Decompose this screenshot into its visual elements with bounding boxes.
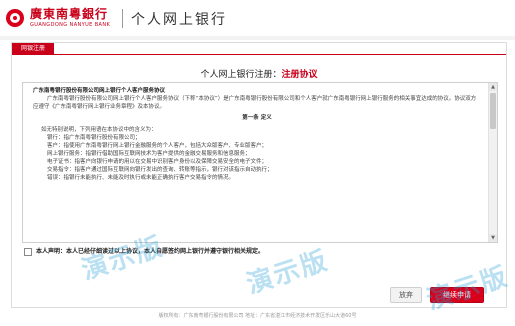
definition-item: 电子证书：指客户向银行申请的用以在交易中识别客户身份以及保障交易安全的电子文件； <box>47 159 268 165</box>
agreement-heading: 广东南粤银行股份有限公司网上银行个人客户服务协议 <box>33 88 166 94</box>
bank-name-en: GUANGDONG NANYUE BANK <box>30 22 111 28</box>
definition-item: 客户：指使用广东南粤银行网上银行金融服务的个人客户，包括大众版客户、专业版客户； <box>47 143 268 149</box>
definitions-intro: 如无特别说明，下列用语在本协议中的含义为： <box>41 127 157 133</box>
declaration-row: 本人声明：本人已经仔细读过以上协议，本人自愿签约网上银行并遵守银行相关规定。 <box>24 246 494 256</box>
page-footer: 版权所有：广东南粤银行股份有限公司 地址：广东省湛江市经济技术开发区乐山大道60… <box>158 313 357 319</box>
header-title: 个人网上银行 <box>131 12 227 28</box>
agreement-intro: 广东南粤银行股份有限公司网上银行个人客户服务协议（下称“本协议”）是广东南粤银行… <box>33 96 477 110</box>
bank-logo-icon <box>6 9 24 27</box>
agreement-text: 广东南粤银行股份有限公司网上银行个人客户服务协议 广东南粤银行股份有限公司网上银… <box>33 87 481 182</box>
bank-name-cn: 廣東南粵銀行 <box>30 7 109 21</box>
registration-card: 网银注册 个人网上银行注册：注册协议 广东南粤银行股份有限公司网上银行个人客户服… <box>11 42 507 308</box>
title-highlight: 注册协议 <box>281 70 318 80</box>
definition-item: 银行：指广东南粤银行股份有限公司； <box>47 135 141 141</box>
tab-registration[interactable]: 网银注册 <box>12 43 54 54</box>
tab-underline <box>12 54 506 55</box>
header-divider <box>122 9 123 28</box>
agreement-scroll-box[interactable]: 广东南粤银行股份有限公司网上银行个人客户服务协议 广东南粤银行股份有限公司网上银… <box>22 82 498 243</box>
scroll-down-arrow-icon[interactable]: ▼ <box>489 234 497 242</box>
abandon-button[interactable]: 放弃 <box>390 287 422 303</box>
definition-item: 错误：指银行未能执行、未能及时执行或未能正确执行客户交易指令的情况。 <box>47 175 235 181</box>
title-prefix: 个人网上银行注册： <box>200 70 282 80</box>
agree-checkbox[interactable] <box>24 247 32 256</box>
definition-item: 交易指令：指客户通过国际互联网向银行发出的查询、转账等指示，银行对该指示自动执行… <box>47 167 273 173</box>
header-stripe <box>0 36 515 40</box>
continue-apply-button[interactable]: 继续申请 <box>430 287 484 303</box>
scroll-up-arrow-icon[interactable]: ▲ <box>489 83 497 91</box>
scrollbar-thumb[interactable] <box>490 93 496 129</box>
declaration-text: 本人已经仔细读过以上协议，本人自愿签约网上银行并遵守银行相关规定。 <box>66 248 265 255</box>
page-header: 廣東南粵銀行 GUANGDONG NANYUE BANK 个人网上银行 <box>0 0 515 37</box>
definition-item: 网上银行服务：指银行借助国际互联网技术为客户提供的金融交易服务和信息服务； <box>47 151 251 157</box>
declaration-prefix: 本人声明： <box>36 248 67 255</box>
page-title: 个人网上银行注册：注册协议 <box>12 67 506 80</box>
scrollbar[interactable]: ▲ ▼ <box>488 83 497 242</box>
agreement-chapter: 第一条 定义 <box>242 115 272 121</box>
